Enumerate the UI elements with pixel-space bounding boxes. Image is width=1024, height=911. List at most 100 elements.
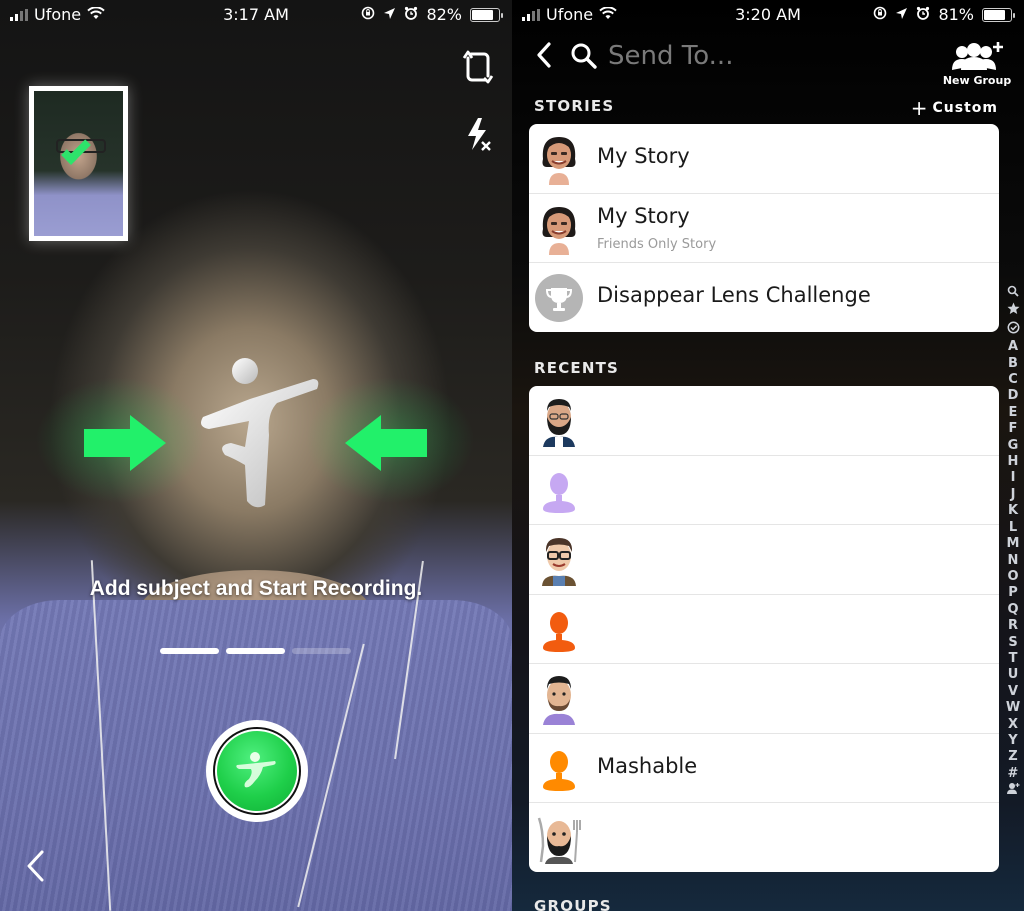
index-letter[interactable]: F <box>1009 421 1018 437</box>
recents-list: Mashable <box>529 386 999 872</box>
recents-heading: RECENTS <box>534 359 620 377</box>
bitmoji-avatar <box>539 673 579 725</box>
arrow-right-icon <box>84 415 166 471</box>
location-icon <box>383 5 396 24</box>
index-letter[interactable]: K <box>1008 503 1018 519</box>
status-bar: Ufone 3:20 AM 81% <box>512 0 1024 30</box>
bitmoji-avatar <box>539 203 579 255</box>
alarm-icon <box>404 5 418 24</box>
story-item[interactable]: Disappear Lens Challenge <box>529 263 999 332</box>
step-dash-pending <box>292 648 351 654</box>
index-add-friend-icon[interactable] <box>1006 782 1020 800</box>
battery-percent: 82% <box>426 5 462 24</box>
index-letter[interactable]: L <box>1009 520 1017 536</box>
trophy-icon <box>534 273 584 323</box>
battery-icon <box>470 7 503 22</box>
index-letter[interactable]: O <box>1007 569 1018 585</box>
bitmoji-avatar <box>539 133 579 185</box>
dancing-figure-icon <box>236 752 276 788</box>
status-bar: Ufone 3:17 AM 82% <box>0 0 512 30</box>
bitmoji-avatar <box>539 534 579 586</box>
recent-item[interactable] <box>529 595 999 664</box>
index-letter[interactable]: X <box>1008 717 1018 733</box>
new-group-icon <box>952 42 1003 70</box>
story-title: Disappear Lens Challenge <box>597 283 871 307</box>
custom-story-button[interactable]: + Custom <box>910 96 998 120</box>
index-letter[interactable]: Q <box>1007 602 1018 618</box>
index-letter[interactable]: U <box>1008 667 1019 683</box>
flash-off-icon[interactable] <box>464 116 494 160</box>
silhouette-avatar <box>539 604 579 656</box>
recent-item[interactable] <box>529 664 999 734</box>
send-to-search-input[interactable] <box>608 36 908 76</box>
recent-item[interactable] <box>529 456 999 525</box>
battery-icon <box>982 7 1015 22</box>
battery-percent: 81% <box>938 5 974 24</box>
index-letter[interactable]: I <box>1011 470 1016 486</box>
step-progress-indicator <box>160 648 351 654</box>
stories-heading: STORIES <box>534 97 615 115</box>
index-letter[interactable]: B <box>1008 356 1018 372</box>
bitmoji-avatar <box>539 395 579 447</box>
step-dash-complete <box>160 648 219 654</box>
index-letter[interactable]: H <box>1008 454 1019 470</box>
recent-item[interactable] <box>529 525 999 595</box>
story-item[interactable]: My Story Friends Only Story <box>529 194 999 263</box>
index-letter[interactable]: J <box>1011 487 1016 503</box>
subject-thumbnail-preview <box>29 86 128 241</box>
story-item[interactable]: My Story <box>529 124 999 194</box>
index-check-icon[interactable] <box>1007 321 1020 339</box>
index-letter[interactable]: D <box>1008 388 1019 404</box>
dancing-figure-icon <box>195 355 325 510</box>
recent-item[interactable] <box>529 803 999 872</box>
new-group-label: New Group <box>942 74 1012 87</box>
story-title: My Story <box>597 203 690 228</box>
capture-inner <box>217 731 297 811</box>
silhouette-avatar <box>539 465 579 517</box>
index-letter[interactable]: C <box>1008 372 1018 388</box>
index-letter[interactable]: Y <box>1008 733 1017 749</box>
story-subtitle: Friends Only Story <box>597 236 717 252</box>
index-letter[interactable]: N <box>1008 553 1019 569</box>
index-letter[interactable]: E <box>1009 405 1018 421</box>
index-letter[interactable]: A <box>1008 339 1018 355</box>
location-icon <box>895 5 908 24</box>
index-letter[interactable]: S <box>1008 635 1017 651</box>
send-to-header: New Group <box>512 32 1024 92</box>
arrow-left-icon <box>345 415 427 471</box>
back-chevron-icon[interactable] <box>26 850 46 886</box>
index-search-icon[interactable] <box>1007 285 1019 302</box>
index-letter[interactable]: T <box>1009 651 1018 667</box>
rotation-lock-icon <box>873 5 887 24</box>
back-chevron-icon[interactable] <box>536 42 552 72</box>
bitmoji-avatar <box>535 812 583 864</box>
index-letter[interactable]: R <box>1008 618 1018 634</box>
index-letter[interactable]: P <box>1008 585 1018 601</box>
index-letter[interactable]: Z <box>1008 749 1017 765</box>
silhouette-avatar <box>539 743 579 795</box>
index-letter[interactable]: G <box>1008 438 1019 454</box>
capture-button[interactable] <box>206 720 308 822</box>
alarm-icon <box>916 5 930 24</box>
camera-screen: Ufone 3:17 AM 82% Add subject and Start … <box>0 0 512 911</box>
recent-item[interactable] <box>529 386 999 456</box>
search-icon <box>570 42 598 74</box>
groups-heading: GROUPS <box>534 897 612 911</box>
recent-name: Mashable <box>597 753 698 778</box>
index-letter[interactable]: # <box>1008 766 1019 782</box>
send-to-screen: Ufone 3:20 AM 81% Send To... New Group S… <box>512 0 1024 911</box>
step-dash-complete <box>226 648 285 654</box>
recent-item[interactable]: Mashable <box>529 734 999 803</box>
index-letter[interactable]: W <box>1006 700 1020 716</box>
index-star-icon[interactable] <box>1007 302 1020 320</box>
flip-camera-icon[interactable] <box>462 48 494 90</box>
plus-icon: + <box>910 96 929 120</box>
index-letter[interactable]: V <box>1008 684 1018 700</box>
alphabet-index-scrubber[interactable]: A B C D E F G H I J K L M N O P Q R S T … <box>1005 285 1021 801</box>
rotation-lock-icon <box>361 5 375 24</box>
stories-list: My Story My Story Friends Only Story Dis… <box>529 124 999 332</box>
index-letter[interactable]: M <box>1007 536 1020 552</box>
story-title: My Story <box>597 144 690 168</box>
custom-label: Custom <box>932 100 998 116</box>
new-group-button[interactable]: New Group <box>942 40 1012 87</box>
